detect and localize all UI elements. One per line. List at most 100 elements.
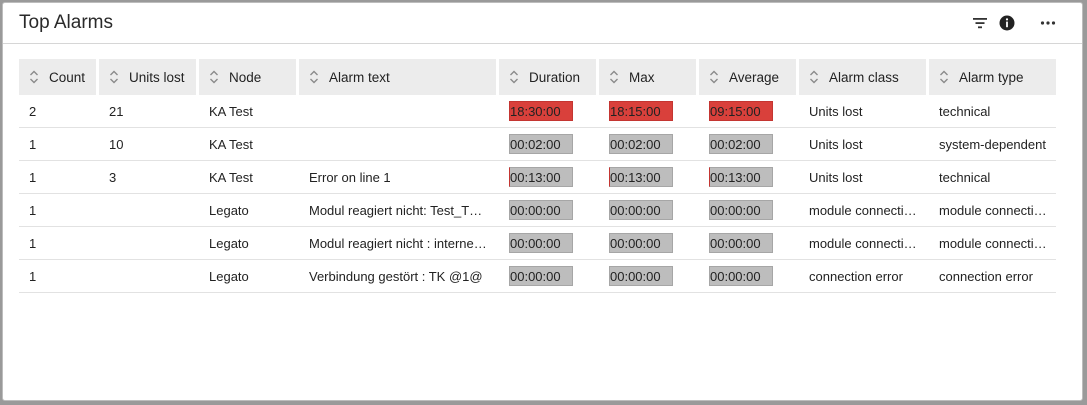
- cell-units-lost: [99, 260, 199, 293]
- column-header-duration[interactable]: Duration: [499, 59, 599, 95]
- average-bar: 09:15:00: [709, 101, 773, 121]
- sort-icon[interactable]: [709, 69, 719, 85]
- table-row[interactable]: 1 Legato Verbindung gestört : TK @1@ 00:00:…: [19, 260, 1056, 293]
- cell-duration: 18:30:00: [499, 95, 599, 128]
- duration-bar: 00:02:00: [509, 134, 573, 154]
- cell-count: 1: [19, 227, 99, 260]
- cell-node: Legato: [199, 260, 299, 293]
- cell-count: 1: [19, 260, 99, 293]
- sort-icon[interactable]: [809, 69, 819, 85]
- cell-node: KA Test: [199, 128, 299, 161]
- column-header-label: Count: [49, 69, 86, 85]
- column-header-label: Alarm class: [829, 69, 899, 85]
- column-header-alarm-text[interactable]: Alarm text: [299, 59, 499, 95]
- cell-units-lost: 3: [99, 161, 199, 194]
- widget-header: Top Alarms: [3, 3, 1082, 44]
- cell-max: 18:15:00: [599, 95, 699, 128]
- cell-alarm-type: system-dependent: [929, 128, 1056, 161]
- table-body: 2 21 KA Test 18:30:00 18:15:00 09:15:00 Units …: [19, 95, 1056, 293]
- table-row[interactable]: 1 3 KA Test Error on line 1 00:13:00 00:13:00…: [19, 161, 1056, 194]
- cell-max: 00:00:00: [599, 194, 699, 227]
- average-bar: 00:13:00: [709, 167, 773, 187]
- cell-average: 00:00:00: [699, 227, 799, 260]
- cell-count: 1: [19, 161, 99, 194]
- duration-bar: 00:00:00: [509, 233, 573, 253]
- sort-icon[interactable]: [109, 69, 119, 85]
- cell-count: 1: [19, 128, 99, 161]
- column-header-node[interactable]: Node: [199, 59, 299, 95]
- sort-icon[interactable]: [29, 69, 39, 85]
- cell-average: 00:00:00: [699, 260, 799, 293]
- info-icon[interactable]: [998, 14, 1016, 32]
- cell-duration: 00:00:00: [499, 260, 599, 293]
- column-header-max[interactable]: Max: [599, 59, 699, 95]
- max-bar: 00:13:00: [609, 167, 673, 187]
- cell-alarm-type: connection error: [929, 260, 1056, 293]
- filter-icon[interactable]: [971, 14, 989, 32]
- widget-title: Top Alarms: [19, 12, 113, 33]
- cell-alarm-text: Verbindung gestört : TK @1@: [299, 260, 499, 293]
- alarms-table: Count Units lost Node Alarm text Duration Max…: [19, 59, 1056, 293]
- column-header-alarm-class[interactable]: Alarm class: [799, 59, 929, 95]
- sort-icon[interactable]: [609, 69, 619, 85]
- column-header-average[interactable]: Average: [699, 59, 799, 95]
- column-header-count[interactable]: Count: [19, 59, 99, 95]
- cell-duration: 00:00:00: [499, 194, 599, 227]
- max-bar: 00:00:00: [609, 266, 673, 286]
- cell-node: KA Test: [199, 161, 299, 194]
- cell-average: 00:02:00: [699, 128, 799, 161]
- cell-alarm-type: technical: [929, 95, 1056, 128]
- sort-icon[interactable]: [509, 69, 519, 85]
- cell-node: Legato: [199, 194, 299, 227]
- column-header-units-lost[interactable]: Units lost: [99, 59, 199, 95]
- more-options-icon[interactable]: [1039, 14, 1057, 32]
- cell-alarm-type: technical: [929, 161, 1056, 194]
- cell-alarm-text: Error on line 1: [299, 161, 499, 194]
- column-header-label: Average: [729, 69, 780, 85]
- cell-duration: 00:13:00: [499, 161, 599, 194]
- cell-max: 00:00:00: [599, 227, 699, 260]
- column-header-alarm-type[interactable]: Alarm type: [929, 59, 1056, 95]
- sort-icon[interactable]: [939, 69, 949, 85]
- cell-average: 09:15:00: [699, 95, 799, 128]
- cell-duration: 00:02:00: [499, 128, 599, 161]
- cell-units-lost: [99, 194, 199, 227]
- duration-bar: 00:00:00: [509, 200, 573, 220]
- column-header-label: Units lost: [129, 69, 185, 85]
- duration-bar: 00:13:00: [509, 167, 573, 187]
- cell-alarm-class: module connecti…: [799, 227, 929, 260]
- table-header-row: Count Units lost Node Alarm text Duration Max…: [19, 59, 1056, 95]
- cell-max: 00:13:00: [599, 161, 699, 194]
- max-bar: 00:00:00: [609, 200, 673, 220]
- cell-node: KA Test: [199, 95, 299, 128]
- max-bar: 00:00:00: [609, 233, 673, 253]
- duration-bar: 18:30:00: [509, 101, 573, 121]
- cell-alarm-class: module connecti…: [799, 194, 929, 227]
- cell-alarm-text: [299, 128, 499, 161]
- cell-average: 00:00:00: [699, 194, 799, 227]
- cell-max: 00:00:00: [599, 260, 699, 293]
- column-header-label: Alarm text: [329, 69, 390, 85]
- average-bar: 00:00:00: [709, 266, 773, 286]
- cell-alarm-class: Units lost: [799, 95, 929, 128]
- sort-icon[interactable]: [209, 69, 219, 85]
- average-bar: 00:02:00: [709, 134, 773, 154]
- table-row[interactable]: 1 10 KA Test 00:02:00 00:02:00 00:02:00 Units …: [19, 128, 1056, 161]
- top-alarms-widget: Top Alarms Count Units lost Node Alarm text…: [2, 2, 1083, 401]
- duration-bar: 00:00:00: [509, 266, 573, 286]
- cell-average: 00:13:00: [699, 161, 799, 194]
- cell-max: 00:02:00: [599, 128, 699, 161]
- table-row[interactable]: 1 Legato Modul reagiert nicht : interne… 00…: [19, 227, 1056, 260]
- cell-alarm-class: connection error: [799, 260, 929, 293]
- average-bar: 00:00:00: [709, 200, 773, 220]
- table-row[interactable]: 1 Legato Modul reagiert nicht: Test_T… 00:0…: [19, 194, 1056, 227]
- cell-units-lost: 21: [99, 95, 199, 128]
- column-header-label: Duration: [529, 69, 581, 85]
- cell-alarm-type: module connecti…: [929, 227, 1056, 260]
- max-bar: 18:15:00: [609, 101, 673, 121]
- table-row[interactable]: 2 21 KA Test 18:30:00 18:15:00 09:15:00 Units …: [19, 95, 1056, 128]
- sort-icon[interactable]: [309, 69, 319, 85]
- cell-alarm-text: Modul reagiert nicht: Test_T…: [299, 194, 499, 227]
- cell-node: Legato: [199, 227, 299, 260]
- cell-alarm-type: module connecti…: [929, 194, 1056, 227]
